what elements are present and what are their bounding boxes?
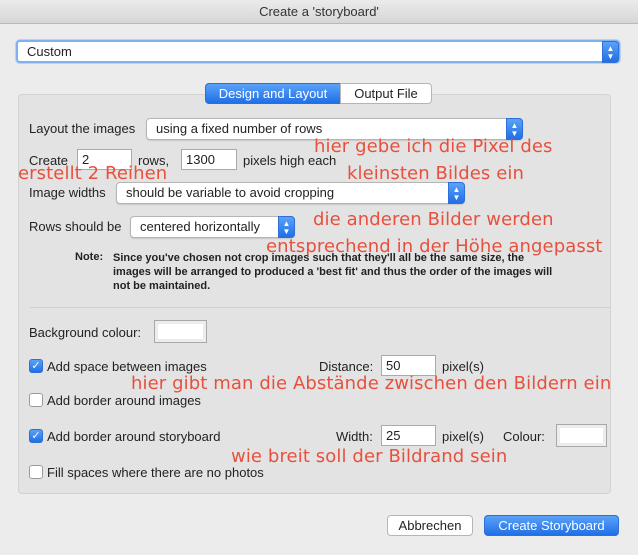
create-storyboard-button[interactable]: Create Storyboard — [484, 515, 619, 536]
annotation-spacing: hier gibt man die Abstände zwischen den … — [131, 373, 612, 394]
border-colour-label: Colour: — [503, 429, 545, 444]
annotation-height-adjusted: entsprechend in der Höhe angepasst — [266, 236, 603, 257]
up-down-chevron-icon: ▲ ▼ — [278, 216, 295, 238]
border-storyboard-label: Add border around storyboard — [47, 429, 221, 444]
image-widths-select-value: should be variable to avoid cropping — [126, 185, 335, 200]
border-width-input[interactable]: 25 — [381, 425, 436, 446]
note-label: Note: — [75, 251, 104, 263]
image-widths-label: Image widths — [29, 185, 106, 200]
border-width-unit: pixel(s) — [442, 429, 484, 444]
annotation-other-images: die anderen Bilder werden — [313, 209, 554, 230]
annotation-border-width: wie breit soll der Bildrand sein — [231, 446, 508, 467]
note-text: Since you've chosen not crop images such… — [113, 252, 553, 292]
fill-spaces-checkbox[interactable] — [29, 465, 43, 479]
rows-should-label: Rows should be — [29, 219, 122, 234]
preset-select-value: Custom — [27, 44, 72, 59]
border-colour-well[interactable] — [556, 424, 607, 447]
layout-select-value: using a fixed number of rows — [156, 121, 323, 136]
window-title: Create a 'storyboard' — [0, 0, 638, 24]
annotation-smallest-image: kleinsten Bildes ein — [347, 163, 524, 184]
distance-unit: pixel(s) — [442, 359, 484, 374]
border-images-label: Add border around images — [47, 393, 201, 408]
up-down-chevron-icon: ▲ ▼ — [602, 41, 619, 63]
pixels-input[interactable]: 1300 — [181, 149, 237, 170]
cancel-button[interactable]: Abbrechen — [387, 515, 473, 536]
checkmark-icon: ✓ — [31, 430, 41, 442]
space-between-checkbox[interactable]: ✓ — [29, 359, 43, 373]
rows-alignment-select[interactable]: centered horizontally ▲ ▼ — [130, 216, 295, 238]
border-images-checkbox[interactable] — [29, 393, 43, 407]
annotation-two-rows: erstellt 2 Reihen — [18, 163, 168, 184]
border-storyboard-checkbox[interactable]: ✓ — [29, 429, 43, 443]
background-colour-well[interactable] — [154, 320, 207, 343]
checkmark-icon: ✓ — [31, 360, 41, 372]
up-down-chevron-icon: ▲ ▼ — [448, 182, 465, 204]
layout-label: Layout the images — [29, 121, 136, 136]
fill-spaces-label: Fill spaces where there are no photos — [47, 465, 264, 480]
border-width-label: Width: — [336, 429, 373, 444]
rows-alignment-select-value: centered horizontally — [140, 219, 260, 234]
tab-design-and-layout[interactable]: Design and Layout — [205, 83, 341, 104]
preset-select[interactable]: Custom ▲ ▼ — [16, 40, 620, 63]
image-widths-select[interactable]: should be variable to avoid cropping ▲ ▼ — [116, 182, 465, 204]
annotation-pixel-note: hier gebe ich die Pixel des — [314, 136, 553, 157]
background-colour-label: Background colour: — [29, 325, 142, 340]
space-between-label: Add space between images — [47, 359, 207, 374]
section-divider — [30, 307, 610, 308]
tab-output-file[interactable]: Output File — [340, 83, 432, 104]
distance-label: Distance: — [319, 359, 374, 374]
